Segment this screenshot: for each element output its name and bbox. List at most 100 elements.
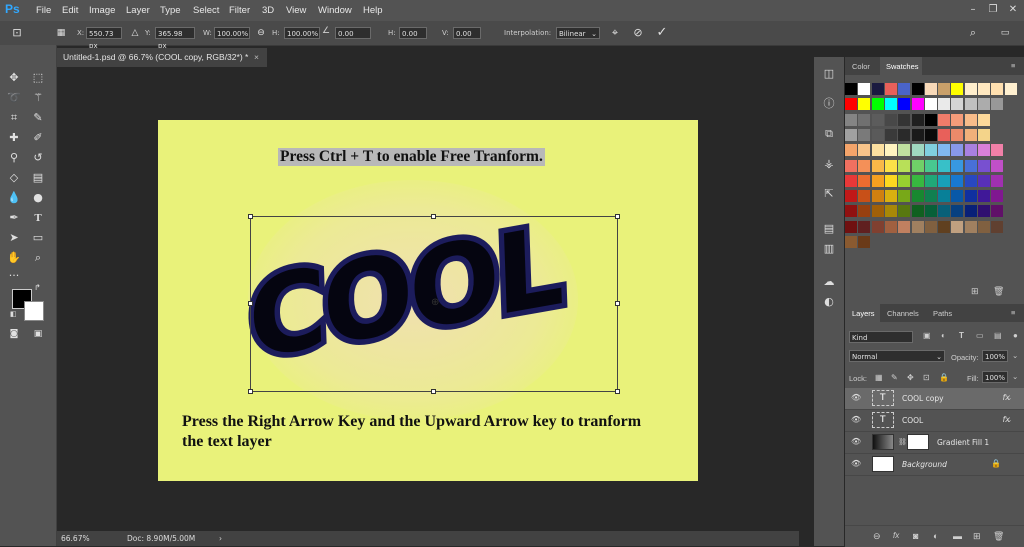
x-input[interactable]: 550.73 px (86, 27, 122, 50)
y-input[interactable]: 365.98 px (155, 27, 195, 50)
color-swatch[interactable] (845, 205, 857, 218)
adjust-icon[interactable]: ⇱ (822, 187, 836, 201)
color-swatch[interactable] (898, 159, 911, 172)
layer-row[interactable]: 👁 T COOL copy fx ⌄ (845, 388, 1024, 410)
color-swatch[interactable] (871, 174, 884, 187)
color-swatch[interactable] (951, 113, 964, 126)
dodge-tool-icon[interactable]: ● (29, 189, 47, 207)
clone-source-icon[interactable]: ⧉ (822, 127, 836, 141)
transform-handle-tl[interactable] (248, 214, 253, 219)
lock-artboard-icon[interactable]: ⊡ (923, 373, 930, 382)
color-swatch[interactable] (884, 113, 897, 126)
color-swatch[interactable] (911, 83, 924, 95)
new-group-icon[interactable]: ▬ (953, 531, 962, 541)
fill-chevron-icon[interactable]: ⌄ (1012, 372, 1018, 381)
history-panel-icon[interactable]: ◫ (822, 67, 836, 81)
transform-handle-tr[interactable] (615, 214, 620, 219)
color-swatch[interactable] (858, 113, 871, 126)
layer-name[interactable]: Background (902, 460, 947, 469)
rectangle-tool-icon[interactable]: ▭ (29, 229, 47, 247)
menu-file[interactable]: File (36, 5, 51, 16)
transform-handle-r[interactable] (615, 301, 620, 306)
lock-pixels-icon[interactable]: ✎ (891, 373, 898, 382)
color-swatch[interactable] (1004, 83, 1017, 95)
menu-filter[interactable]: Filter (229, 5, 250, 16)
gradient-tool-icon[interactable]: ▤ (29, 169, 47, 187)
color-swatch[interactable] (978, 113, 990, 126)
warp-icon[interactable]: ⌖ (606, 24, 624, 42)
menu-layer[interactable]: Layer (126, 5, 150, 16)
color-swatch[interactable] (911, 205, 924, 218)
color-swatch[interactable] (978, 220, 990, 233)
color-swatch[interactable] (938, 113, 951, 126)
color-swatch[interactable] (991, 83, 1004, 95)
add-mask-icon[interactable]: ◙ (913, 531, 918, 541)
eyedropper-icon[interactable]: ✎ (29, 109, 47, 127)
menu-help[interactable]: Help (363, 5, 383, 16)
lock-position-icon[interactable]: ✥ (907, 373, 914, 382)
color-swatch[interactable] (884, 128, 897, 141)
cloud-icon[interactable]: ☁ (822, 275, 836, 289)
opacity-chevron-icon[interactable]: ⌄ (1012, 351, 1018, 360)
panel-menu-icon[interactable]: ≡ (1011, 61, 1015, 70)
color-swatch[interactable] (964, 113, 977, 126)
zoom-level[interactable]: 66.67% (61, 534, 90, 543)
filter-smart-icon[interactable]: ▤ (994, 331, 1002, 340)
color-swatch[interactable] (858, 220, 871, 233)
filter-toggle-icon[interactable]: ● (1013, 331, 1018, 340)
brush-tool-icon[interactable]: ✐ (29, 129, 47, 147)
color-swatch[interactable] (858, 98, 871, 111)
transform-tool-icon[interactable]: ⊡ (8, 24, 26, 42)
color-swatch[interactable] (898, 190, 911, 203)
color-swatch[interactable] (845, 113, 857, 126)
layer-mask-thumb[interactable] (907, 434, 929, 450)
crop-tool-icon[interactable]: ⌗ (5, 109, 23, 127)
color-swatch[interactable] (991, 205, 1004, 218)
color-swatch[interactable] (991, 98, 1004, 111)
restore-icon[interactable]: ❐ (986, 3, 1000, 17)
link-icon[interactable]: ⊖ (252, 24, 270, 42)
color-swatch[interactable] (951, 98, 964, 111)
color-swatch[interactable] (964, 144, 977, 157)
transform-handle-bl[interactable] (248, 389, 253, 394)
eraser-icon[interactable]: ◇ (5, 169, 23, 187)
close-window-icon[interactable]: ✕ (1006, 3, 1020, 17)
color-swatch[interactable] (898, 205, 911, 218)
menu-view[interactable]: View (286, 5, 306, 16)
minimize-icon[interactable]: – (966, 3, 980, 17)
color-swatch[interactable] (964, 174, 977, 187)
color-swatch[interactable] (938, 144, 951, 157)
color-swatch[interactable] (871, 98, 884, 111)
color-swatch[interactable] (884, 159, 897, 172)
color-swatch[interactable] (884, 190, 897, 203)
delete-layer-icon[interactable]: 🗑 (993, 531, 1004, 542)
tab-paths[interactable]: Paths (933, 309, 952, 318)
color-swatch[interactable] (978, 205, 990, 218)
hand-tool-icon[interactable]: ✋ (5, 249, 23, 267)
link-layers-icon[interactable]: ⊖ (873, 531, 881, 542)
color-swatch[interactable] (911, 144, 924, 157)
color-swatch[interactable] (924, 190, 937, 203)
color-swatch[interactable] (911, 190, 924, 203)
filter-adjust-icon[interactable]: ◐ (941, 331, 946, 340)
color-swatch[interactable] (978, 144, 990, 157)
tab-channels[interactable]: Channels (887, 309, 919, 318)
color-swatch[interactable] (871, 83, 884, 95)
color-swatch[interactable] (911, 220, 924, 233)
lasso-tool-icon[interactable]: ➰ (5, 89, 23, 107)
color-swatch[interactable] (858, 128, 871, 141)
hskew-input[interactable]: 0.00 (399, 27, 427, 39)
width-input[interactable]: 100.00% (214, 27, 250, 39)
color-swatch[interactable] (898, 128, 911, 141)
color-swatch[interactable] (911, 98, 924, 111)
adjustments-icon[interactable]: ◐ (822, 295, 836, 309)
info-panel-icon[interactable]: ⓘ (822, 97, 836, 111)
move-tool-icon[interactable]: ✥ (5, 69, 23, 87)
color-swatch[interactable] (938, 174, 951, 187)
menu-image[interactable]: Image (89, 5, 115, 16)
color-swatch[interactable] (924, 128, 937, 141)
color-swatch[interactable] (951, 190, 964, 203)
color-swatch[interactable] (871, 205, 884, 218)
blend-mode-select[interactable]: Normal ⌄ (849, 350, 945, 362)
layer-name[interactable]: Gradient Fill 1 (937, 438, 989, 447)
